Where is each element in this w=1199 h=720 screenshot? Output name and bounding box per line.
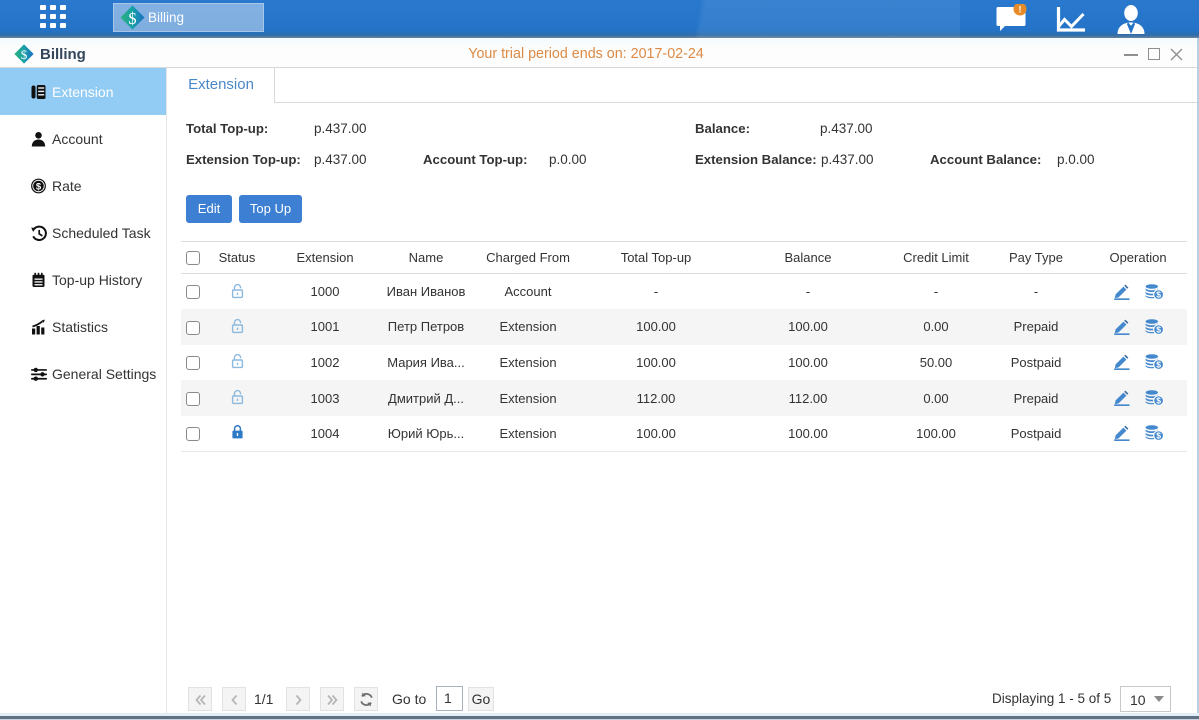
svg-text:$: $ [1156, 431, 1161, 441]
svg-text:$: $ [1156, 325, 1161, 335]
svg-text:$: $ [1156, 396, 1161, 406]
svg-text:$: $ [128, 9, 136, 28]
svg-text:$: $ [1156, 360, 1161, 370]
svg-text:$: $ [1156, 289, 1161, 299]
svg-text:$: $ [36, 181, 42, 192]
svg-text:!: ! [1019, 5, 1022, 15]
